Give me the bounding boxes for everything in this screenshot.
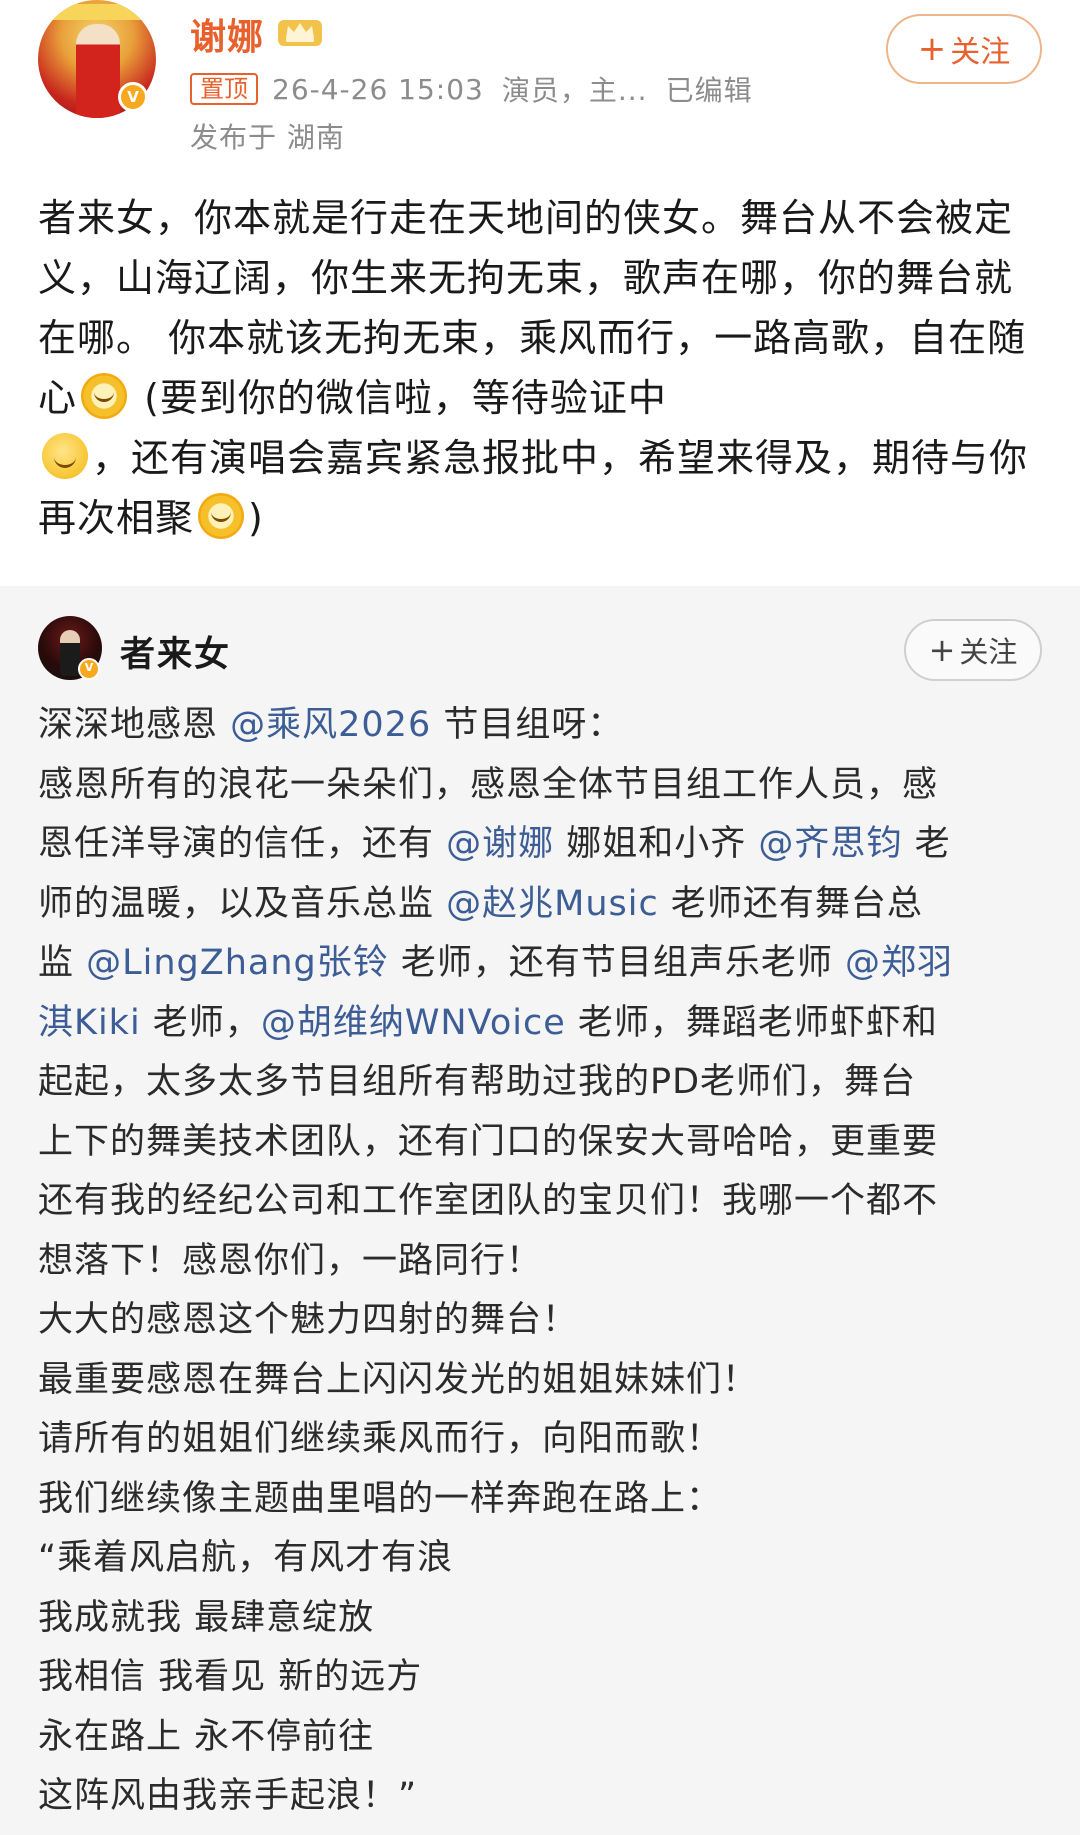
repost-line: 淇Kiki 老师，@胡维纳WNVoice 老师，舞蹈老师虾虾和	[38, 994, 1053, 1054]
post-text-segment: )	[248, 496, 264, 540]
text: 感恩所有的浪花一朵朵们，感恩全体节目组工作人员，感	[38, 764, 939, 805]
repost-line: 监 @LingZhang张铃 老师，还有节目组声乐老师 @郑羽	[38, 934, 1053, 994]
mention-link[interactable]: 淇Kiki	[38, 1003, 141, 1043]
sun-emoji-icon	[81, 373, 128, 419]
mention-link[interactable]: @赵兆Music	[446, 884, 659, 924]
post-body: 者来女，你本就是行走在天地间的侠女。舞台从不会被定义，山海辽阔，你生来无拘无束，…	[38, 188, 1048, 548]
post-location: 发布于 湖南	[190, 121, 345, 154]
text: 大大的感恩这个魅力四射的舞台！	[38, 1300, 579, 1340]
follow-button[interactable]: + 关注	[886, 14, 1042, 84]
text: 恩任洋导演的信任，还有	[38, 824, 447, 864]
text: 我相信 我看见 新的远方	[38, 1657, 423, 1697]
text: 这阵风由我亲手起浪！”	[38, 1776, 418, 1816]
avatar-banner	[48, 4, 146, 20]
text: 节目组呀：	[431, 705, 624, 745]
crown-badge-icon[interactable]	[276, 14, 324, 48]
pinned-badge: 置顶	[190, 73, 258, 105]
text: 老师，舞蹈老师虾虾和	[565, 1002, 938, 1043]
post-text-segment: (要到你的微信啦，等待验证中	[131, 376, 667, 420]
edited-label[interactable]: 已编辑	[666, 69, 753, 109]
repost-line: 想落下！感恩你们，一路同行！	[38, 1232, 1053, 1292]
repost-author-name[interactable]: 者来女	[120, 626, 231, 677]
text: 深深地感恩	[38, 705, 231, 745]
repost-line: 师的温暖，以及音乐总监 @赵兆Music 老师还有舞台总	[38, 875, 1053, 935]
mention-link[interactable]: @LingZhang张铃	[86, 943, 389, 983]
text: 最重要感恩在舞台上闪闪发光的姐姐妹妹们！	[38, 1359, 759, 1400]
text: 我们继续像主题曲里唱的一样奔跑在路上：	[38, 1478, 723, 1519]
post-author-name[interactable]: 谢娜	[190, 8, 264, 60]
verified-badge-icon: V	[118, 82, 148, 112]
post-timestamp: 26-4-26 15:03	[272, 72, 484, 106]
text: 老师，还有节目组声乐老师	[388, 943, 846, 983]
reposted-post[interactable]: V 者来女 + 关注 深深地感恩 @乘风2026 节目组呀： 感恩所有的浪花一朵…	[0, 586, 1080, 1835]
post-header: V 谢娜 置顶 26-4-26 15:03 演员，主... 已编辑 发布于 湖南…	[0, 0, 1080, 165]
repost-avatar-figure	[60, 630, 80, 676]
repost-line: 起起，太多太多节目组所有帮助过我的PD老师们，舞台	[38, 1053, 1053, 1113]
post-meta-row: 置顶 26-4-26 15:03 演员，主... 已编辑	[190, 70, 753, 108]
text: 监	[38, 943, 87, 983]
repost-follow-button[interactable]: + 关注	[904, 619, 1042, 681]
mention-link[interactable]: @齐思钧	[758, 824, 902, 864]
repost-line: 这阵风由我亲手起浪！”	[38, 1767, 1053, 1827]
repost-line: 我成就我 最肆意绽放	[38, 1589, 1053, 1649]
repost-line: 深深地感恩 @乘风2026 节目组呀：	[38, 696, 1053, 756]
follow-label: 关注	[950, 35, 1011, 70]
text: 娜姐和小齐	[554, 824, 759, 864]
repost-line: 上下的舞美技术团队，还有门口的保安大哥哈哈，更重要	[38, 1113, 1053, 1173]
text: 永在路上 永不停前往	[38, 1716, 375, 1757]
sun-emoji-icon	[198, 493, 245, 539]
author-tagline: 演员，主...	[501, 74, 648, 107]
mention-link[interactable]: @郑羽	[845, 943, 953, 983]
text: 还有我的经纪公司和工作室团队的宝贝们！我哪一个都不	[38, 1181, 939, 1221]
repost-line: 我们继续像主题曲里唱的一样奔跑在路上：	[38, 1470, 1053, 1530]
text: 想落下！感恩你们，一路同行！	[38, 1240, 543, 1281]
repost-line: 我相信 我看见 新的远方	[38, 1648, 1053, 1708]
plus-icon: +	[917, 29, 947, 69]
text: 老师，	[140, 1002, 261, 1043]
repost-line: 永在路上 永不停前往	[38, 1708, 1053, 1768]
text: 我成就我 最肆意绽放	[38, 1597, 375, 1638]
repost-line: “乘着风启航，有风才有浪	[38, 1529, 1053, 1589]
mention-link[interactable]: @胡维纳WNVoice	[261, 1003, 566, 1043]
repost-line: 大大的感恩这个魅力四射的舞台！	[38, 1291, 1053, 1351]
smile-emoji-icon	[42, 433, 88, 479]
mention-link[interactable]: @谢娜	[446, 824, 554, 864]
text: 师的温暖，以及音乐总监	[38, 883, 447, 924]
verified-badge-icon: V	[78, 658, 100, 680]
text: 起起，太多太多节目组所有帮助过我的PD老师们，舞台	[38, 1062, 917, 1102]
repost-body: 深深地感恩 @乘风2026 节目组呀： 感恩所有的浪花一朵朵们，感恩全体节目组工…	[38, 696, 1053, 1827]
follow-label: 关注	[959, 635, 1018, 669]
repost-line: 还有我的经纪公司和工作室团队的宝贝们！我哪一个都不	[38, 1172, 1053, 1232]
text: 老	[902, 824, 951, 864]
plus-icon: +	[928, 631, 956, 669]
text: 请所有的姐姐们继续乘风而行，向阳而歌！	[38, 1419, 723, 1459]
text: 上下的舞美技术团队，还有门口的保安大哥哈哈，更重要	[38, 1121, 939, 1162]
avatar-figure	[76, 24, 120, 118]
repost-line: 请所有的姐姐们继续乘风而行，向阳而歌！	[38, 1410, 1053, 1470]
mention-link[interactable]: @乘风2026	[230, 705, 431, 745]
repost-line: 恩任洋导演的信任，还有 @谢娜 娜姐和小齐 @齐思钧 老	[38, 815, 1053, 875]
repost-line: 感恩所有的浪花一朵朵们，感恩全体节目组工作人员，感	[38, 756, 1053, 816]
text: 老师还有舞台总	[658, 883, 923, 924]
post-text-segment: ，还有演唱会嘉宾紧急报批中，希望来得及，期待与你再次相聚	[38, 436, 1029, 540]
repost-line: 最重要感恩在舞台上闪闪发光的姐姐妹妹们！	[38, 1351, 1053, 1411]
text: “乘着风启航，有风才有浪	[38, 1538, 454, 1578]
